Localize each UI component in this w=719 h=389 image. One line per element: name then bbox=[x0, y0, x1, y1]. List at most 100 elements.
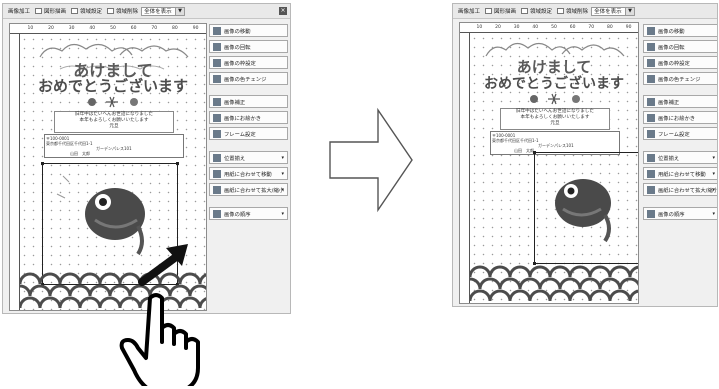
message-line: 元旦 bbox=[109, 124, 119, 129]
drawing-button[interactable]: 画像にお絵かき bbox=[643, 111, 717, 124]
pine-ornament-icon bbox=[530, 93, 580, 105]
button-label: フレーム設定 bbox=[658, 131, 690, 138]
fit-scale-button[interactable]: 画紙に合わせて拡大/縮小 ▾ bbox=[209, 183, 288, 196]
button-label: 画像の移動 bbox=[658, 28, 685, 35]
button-label: 画像の枠設定 bbox=[658, 60, 690, 67]
move-image-button[interactable]: 画像の移動 bbox=[643, 24, 717, 37]
frame-setting-button[interactable]: 画像の枠設定 bbox=[209, 56, 288, 69]
menu-area-set-label: 領域設定 bbox=[80, 9, 103, 15]
align-button[interactable]: 位置揃え ▾ bbox=[643, 151, 717, 164]
pencil-icon bbox=[647, 113, 655, 122]
ruler-tick: 80 bbox=[172, 26, 178, 31]
ruler-top: 10 20 30 40 50 60 70 80 90 bbox=[460, 23, 638, 33]
drag-arrow-icon bbox=[138, 244, 188, 286]
menu-image-edit[interactable]: 画像加工 bbox=[8, 7, 30, 15]
ruler-top: 10 20 30 40 50 60 70 80 90 bbox=[10, 24, 206, 34]
color-icon bbox=[213, 74, 221, 83]
menu-shape-draw[interactable]: 図形描画 bbox=[35, 7, 66, 15]
move-image-button[interactable]: 画像の移動 bbox=[209, 24, 288, 37]
button-label: 画像の順序 bbox=[224, 211, 251, 218]
chevron-down-icon: ▾ bbox=[281, 170, 284, 177]
toolbar: 画像加工 図形描画 領域設定 領域削除 全体を表示 ▼ × bbox=[3, 4, 290, 19]
menu-area-delete[interactable]: 領域削除 bbox=[107, 7, 138, 15]
frame-button[interactable]: フレーム設定 bbox=[643, 127, 717, 140]
pine-ornament-icon bbox=[88, 96, 138, 108]
view-select-value: 全体を表示 bbox=[594, 9, 622, 15]
toolbar: 画像加工 図形描画 領域設定 領域削除 全体を表示 ▼ bbox=[453, 4, 717, 19]
correct-icon bbox=[213, 97, 221, 106]
fit-move-button[interactable]: 用紙に合わせて移動 ▾ bbox=[209, 167, 288, 180]
button-label: 位置揃え bbox=[224, 155, 246, 162]
rotate-icon bbox=[213, 42, 221, 51]
menu-area-set[interactable]: 領域設定 bbox=[521, 7, 552, 15]
chevron-down-icon: ▾ bbox=[281, 186, 284, 193]
button-label: 画像補正 bbox=[658, 99, 680, 106]
menu-area-set-label: 領域設定 bbox=[530, 9, 553, 15]
button-label: 画像にお絵かき bbox=[658, 115, 696, 122]
button-label: 画像の移動 bbox=[224, 28, 251, 35]
ruler-left bbox=[10, 34, 20, 310]
design-canvas[interactable]: 10 20 30 40 50 60 70 80 90 あけまして おめでとうござ… bbox=[459, 22, 639, 304]
fit-move-button[interactable]: 用紙に合わせて移動 ▾ bbox=[643, 167, 717, 180]
fit-move-icon bbox=[213, 169, 221, 178]
button-label: 画像の回転 bbox=[658, 44, 685, 51]
chevron-down-icon: ▾ bbox=[712, 186, 715, 193]
view-select[interactable]: 全体を表示 ▼ bbox=[591, 6, 636, 16]
color-change-button[interactable]: 画像の色チェンジ bbox=[209, 72, 288, 85]
ruler-tick: 70 bbox=[588, 25, 595, 30]
menu-image-edit-label: 画像加工 bbox=[8, 9, 31, 15]
button-label: 画像の色チェンジ bbox=[658, 76, 701, 83]
order-button[interactable]: 画像の順序 ▾ bbox=[209, 207, 288, 220]
ruler-tick: 10 bbox=[27, 26, 34, 31]
ruler-tick: 70 bbox=[151, 26, 158, 31]
carp-image-selection[interactable] bbox=[533, 151, 638, 265]
shape-icon bbox=[35, 8, 43, 14]
frame-icon bbox=[521, 8, 529, 14]
greeting-title-line2: おめでとうございます bbox=[484, 76, 624, 92]
frame-button[interactable]: フレーム設定 bbox=[209, 127, 288, 140]
delete-area-icon bbox=[557, 8, 565, 14]
menu-image-edit[interactable]: 画像加工 bbox=[458, 7, 480, 15]
view-select-value: 全体を表示 bbox=[144, 9, 172, 15]
rotate-image-button[interactable]: 画像の回転 bbox=[209, 40, 288, 53]
align-button[interactable]: 位置揃え ▾ bbox=[209, 151, 288, 164]
ruler-tick: 50 bbox=[110, 26, 116, 31]
scale-icon bbox=[647, 185, 655, 194]
menu-area-delete[interactable]: 領域削除 bbox=[557, 7, 588, 15]
color-change-button[interactable]: 画像の色チェンジ bbox=[643, 72, 717, 85]
order-icon bbox=[647, 209, 655, 218]
fit-scale-button[interactable]: 画紙に合わせて拡大/縮小 ▾ bbox=[643, 183, 718, 196]
menu-shape-draw-label: 図形描画 bbox=[44, 9, 67, 15]
menu-area-set[interactable]: 領域設定 bbox=[71, 7, 102, 15]
order-button[interactable]: 画像の順序 ▾ bbox=[643, 207, 717, 220]
button-label: フレーム設定 bbox=[224, 131, 256, 138]
greeting-title-line2: おめでとうございます bbox=[37, 77, 188, 95]
image-correct-button[interactable]: 画像補正 bbox=[209, 95, 288, 108]
button-label: 位置揃え bbox=[658, 155, 680, 162]
ruler-tick: 60 bbox=[569, 25, 576, 30]
menu-shape-draw[interactable]: 図形描画 bbox=[485, 7, 516, 15]
frame-setting-icon bbox=[647, 129, 655, 138]
rotate-image-button[interactable]: 画像の回転 bbox=[643, 40, 717, 53]
order-icon bbox=[213, 209, 221, 218]
menu-area-delete-label: 領域削除 bbox=[566, 9, 589, 15]
message-line: 元旦 bbox=[550, 121, 560, 126]
ruler-tick: 20 bbox=[495, 25, 501, 30]
frame-setting-button[interactable]: 画像の枠設定 bbox=[643, 56, 717, 69]
ruler-tick: 40 bbox=[532, 25, 539, 30]
ruler-tick: 90 bbox=[625, 25, 632, 30]
menu-area-delete-label: 領域削除 bbox=[116, 9, 139, 15]
frame-icon bbox=[71, 8, 79, 14]
drawing-button[interactable]: 画像にお絵かき bbox=[209, 111, 288, 124]
frame-icon bbox=[213, 58, 221, 67]
ruler-tick: 40 bbox=[89, 26, 96, 31]
align-icon bbox=[647, 153, 655, 162]
image-correct-button[interactable]: 画像補正 bbox=[643, 95, 717, 108]
close-button[interactable]: × bbox=[279, 7, 287, 15]
button-label: 画紙に合わせて拡大/縮小 bbox=[658, 187, 718, 194]
wave-pattern bbox=[470, 265, 638, 302]
shape-icon bbox=[485, 8, 493, 14]
view-select[interactable]: 全体を表示 ▼ bbox=[141, 6, 186, 16]
chevron-down-icon: ▾ bbox=[712, 154, 715, 161]
transition-arrow-icon bbox=[329, 107, 413, 213]
